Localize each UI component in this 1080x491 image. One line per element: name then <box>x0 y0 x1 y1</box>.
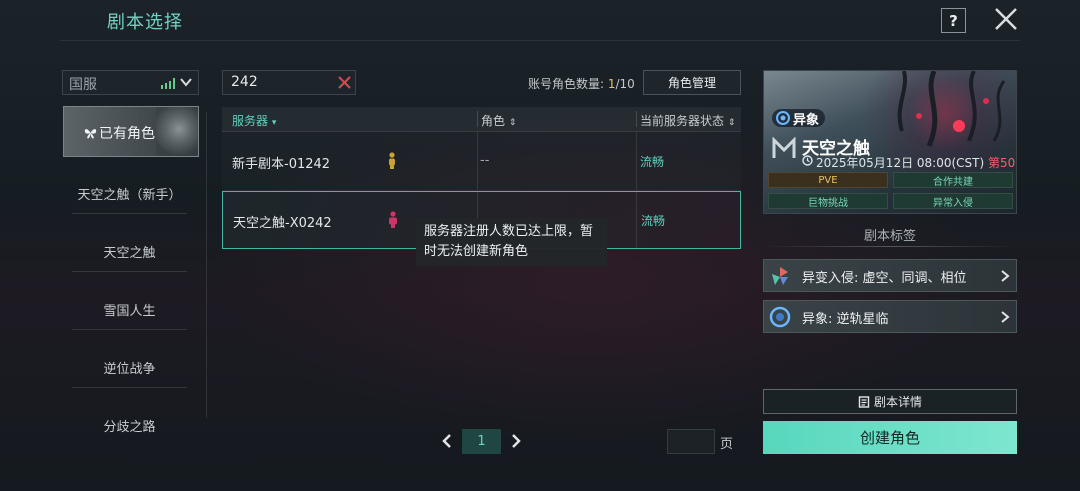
help-button[interactable]: ? <box>941 8 966 33</box>
status-value: 流畅 <box>640 155 665 169</box>
sidebar-item-skytouch-novice[interactable]: 天空之触（新手） <box>72 184 187 203</box>
status-value: 流畅 <box>641 214 666 228</box>
butterfly-icon <box>84 129 97 139</box>
scenario-details-button[interactable]: 剧本详情 <box>763 389 1017 414</box>
sidebar-item-owned-label: 已有角色 <box>84 123 155 143</box>
close-button[interactable] <box>993 6 1019 32</box>
tag-anomaly-invasion: 异常入侵 <box>893 193 1013 209</box>
header-divider <box>477 111 478 127</box>
page-unit-label: 页 <box>720 437 734 452</box>
close-icon <box>995 8 1017 30</box>
region-select[interactable]: 国服 <box>62 70 199 95</box>
header-status-label: 当前服务器状态 <box>640 114 725 128</box>
current-page[interactable]: 1 <box>462 429 501 454</box>
column-divider <box>636 132 637 190</box>
population-full-icon <box>389 211 397 228</box>
anomaly-badge: 异象 <box>772 109 826 128</box>
scenario-tags-title: 剧本标签 <box>863 229 916 244</box>
header-divider <box>60 40 1020 41</box>
server-table-header: 服务器 ▾ 角色 ⇕ 当前服务器状态 ⇕ <box>222 107 741 132</box>
sidebar-vertical-divider <box>206 112 207 418</box>
tag-item-label: 异变入侵: 虚空、同调、相位 <box>802 271 967 286</box>
server-name: 新手剧本-01242 <box>232 157 331 172</box>
column-divider <box>477 132 478 190</box>
header-role[interactable]: 角色 ⇕ <box>481 112 516 129</box>
sidebar-item-divergent-path[interactable]: 分歧之路 <box>72 416 187 435</box>
role-management-button[interactable]: 角色管理 <box>643 70 741 95</box>
clock-icon <box>802 155 813 166</box>
document-icon <box>858 395 870 408</box>
tag-pve: PVE <box>768 172 888 188</box>
sidebar-item-skytouch[interactable]: 天空之触 <box>72 242 187 261</box>
sidebar-item-snow-country[interactable]: 雪国人生 <box>72 300 187 319</box>
scenario-details-label: 剧本详情 <box>873 395 922 409</box>
table-row[interactable]: 新手剧本-01242 -- 流畅 <box>222 132 741 191</box>
header-server[interactable]: 服务器 ▾ <box>232 112 276 129</box>
clear-icon[interactable] <box>338 76 351 89</box>
server-full-tooltip: 服务器注册人数已达上限，暂时无法创建新角色 <box>416 218 607 266</box>
sort-icon: ⇕ <box>508 118 517 128</box>
region-label: 国服 <box>69 77 97 93</box>
sidebar-item-owned[interactable]: 已有角色 <box>63 106 199 157</box>
owned-text: 已有角色 <box>99 126 155 142</box>
scenario-tags-divider <box>763 246 1017 247</box>
page-title: 剧本选择 <box>107 12 183 33</box>
mutation-icon <box>772 267 788 285</box>
account-role-count: 账号角色数量: 1/10 <box>528 75 635 92</box>
header-divider <box>636 111 637 127</box>
header-server-label: 服务器 <box>232 114 269 128</box>
next-page-icon[interactable] <box>510 433 522 449</box>
swirl-icon <box>776 111 790 125</box>
account-count-label: 账号角色数量: <box>528 77 608 91</box>
header-status[interactable]: 当前服务器状态 ⇕ <box>640 112 735 129</box>
signal-icon <box>161 78 175 89</box>
scenario-logo-icon <box>772 137 796 158</box>
chevron-right-icon <box>1001 311 1010 323</box>
tag-coop: 合作共建 <box>893 172 1013 188</box>
page-jump-input[interactable] <box>667 429 715 454</box>
anomaly-badge-label: 异象 <box>793 112 820 128</box>
avatar <box>156 107 198 156</box>
header-role-label: 角色 <box>481 114 506 128</box>
search-value: 242 <box>231 74 258 90</box>
search-input[interactable]: 242 <box>222 70 356 95</box>
chevron-down-icon <box>180 78 192 87</box>
prev-page-icon[interactable] <box>441 433 453 449</box>
sidebar-divider <box>72 387 187 388</box>
create-role-button[interactable]: 创建角色 <box>763 421 1017 454</box>
scenario-card: 异象 天空之触 2025年05月12日 08:00(CST) 第50天 PVE … <box>763 70 1017 214</box>
swirl-icon <box>769 306 791 328</box>
sidebar-item-inverted-war[interactable]: 逆位战争 <box>72 358 187 377</box>
tag-item-mutation-invasion[interactable]: 异变入侵: 虚空、同调、相位 <box>763 259 1017 292</box>
tag-item-label: 异象: 逆轨星临 <box>802 312 889 327</box>
sort-desc-icon: ▾ <box>271 118 277 128</box>
sort-icon: ⇕ <box>727 118 736 128</box>
chevron-right-icon <box>1001 270 1010 282</box>
server-name: 天空之触-X0242 <box>233 216 332 231</box>
sidebar-divider <box>72 329 187 330</box>
account-count-total: /10 <box>615 77 635 91</box>
scenario-date-text: 2025年05月12日 08:00(CST) <box>816 156 985 170</box>
population-low-icon <box>389 152 395 169</box>
role-value: -- <box>480 153 490 168</box>
sidebar-divider <box>72 271 187 272</box>
sidebar-divider <box>72 213 187 214</box>
tag-item-anomaly[interactable]: 异象: 逆轨星临 <box>763 300 1017 333</box>
tag-giant-challenge: 巨物挑战 <box>768 193 888 209</box>
account-count-value: 1 <box>607 77 616 91</box>
column-divider <box>636 192 637 248</box>
tentacle-artwork <box>897 71 1006 147</box>
